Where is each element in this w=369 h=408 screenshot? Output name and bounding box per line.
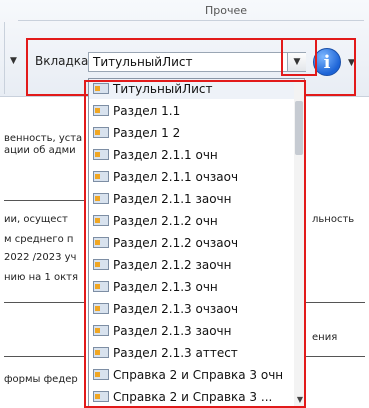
doc-text-line: венность, уста	[4, 133, 83, 144]
doc-divider	[4, 200, 84, 201]
doc-divider	[305, 302, 365, 303]
doc-text-line: ии, осущест	[4, 214, 68, 225]
dropdown-arrow-icon[interactable]: ▼	[10, 56, 17, 66]
doc-text-fragment: ения	[312, 332, 338, 343]
highlight-frame-list	[84, 80, 306, 408]
group-divider	[4, 22, 5, 94]
group-separator	[18, 20, 364, 21]
group-label-other: Прочее	[204, 4, 248, 17]
doc-divider	[4, 302, 84, 303]
doc-divider	[4, 356, 84, 357]
doc-text-line: 2022 /2023 уч	[4, 252, 77, 263]
doc-text-line: нию на 1 октя	[4, 272, 79, 283]
doc-text-fragment: льность	[312, 214, 355, 225]
doc-text-line: формы федер	[4, 374, 78, 385]
doc-text-line: м среднего п	[4, 234, 74, 245]
doc-divider	[305, 356, 365, 357]
doc-text-line: ации об адми	[4, 145, 76, 156]
highlight-frame-combo-button	[281, 38, 317, 76]
